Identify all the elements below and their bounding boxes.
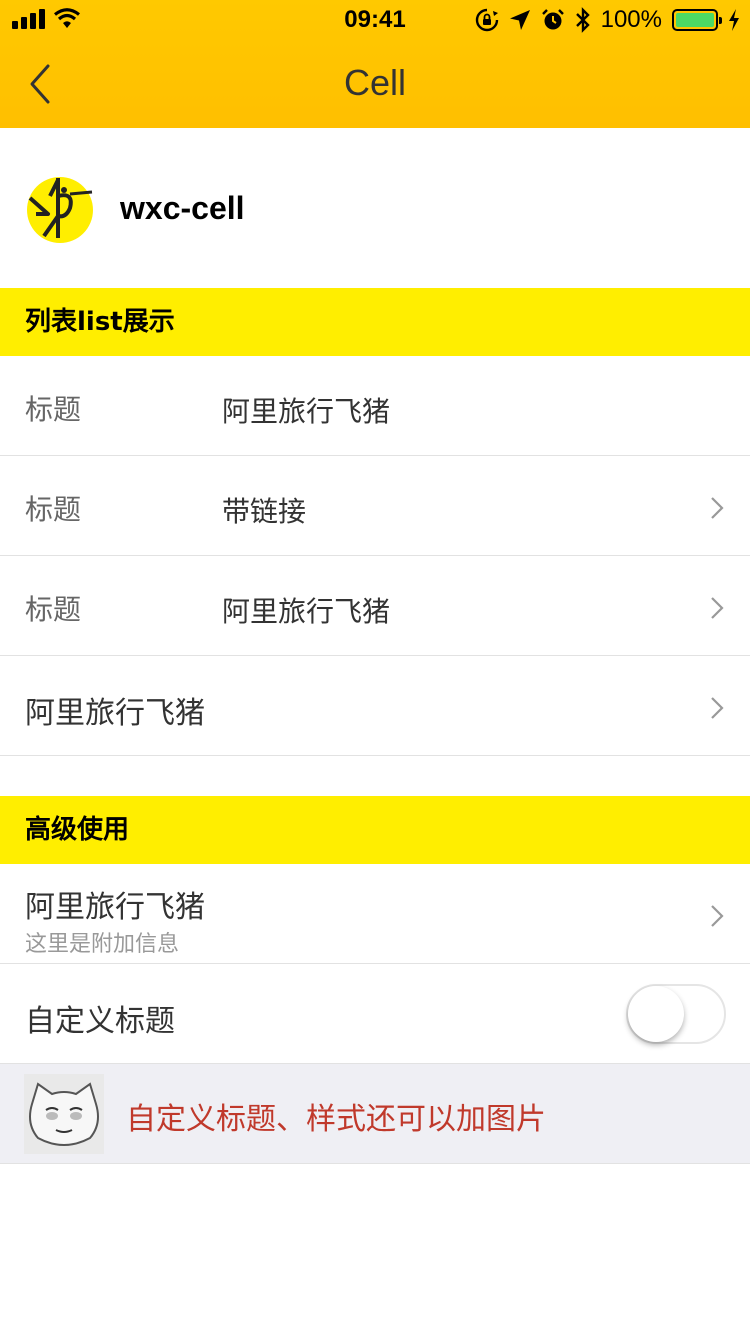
toggle-knob [628, 986, 684, 1042]
cell-label: 标题 [25, 593, 82, 626]
status-right: 100% [475, 6, 740, 34]
location-icon [509, 10, 530, 30]
cell-label: 标题 [25, 493, 82, 526]
battery-percent: 100% [600, 6, 662, 33]
cell-label: 标题 [25, 393, 82, 426]
brand-row: wxc-cell [0, 128, 750, 288]
fliggy-logo-icon [27, 177, 93, 243]
cell-description: 这里是附加信息 [25, 932, 180, 957]
list-cell-title-only[interactable]: 阿里旅行飞猪 [0, 656, 750, 756]
bluetooth-icon [575, 7, 590, 33]
cell-title: 自定义标题 [25, 1004, 175, 1039]
chevron-right-icon [711, 905, 724, 927]
battery-icon [672, 9, 722, 31]
cell-title: 阿里旅行飞猪 [25, 696, 205, 731]
alarm-icon [541, 9, 564, 30]
chevron-right-icon [711, 597, 724, 619]
battery-level [676, 13, 714, 27]
chevron-right-icon [711, 697, 724, 719]
cell-title: 阿里旅行飞猪 [25, 890, 205, 925]
brand-name: wxc-cell [120, 190, 245, 226]
charging-icon [729, 9, 739, 31]
custom-cell[interactable]: 自定义标题、样式还可以加图片 [0, 1064, 750, 1164]
custom-title: 自定义标题、样式还可以加图片 [126, 1102, 546, 1137]
cell-value: 阿里旅行飞猪 [222, 395, 391, 428]
list-cell-link[interactable]: 标题 带链接 [0, 456, 750, 556]
list-cell-link[interactable]: 标题 阿里旅行飞猪 [0, 556, 750, 656]
orientation-lock-icon [475, 8, 498, 32]
section-header-list: 列表list展示 [0, 288, 750, 356]
cell-value: 阿里旅行飞猪 [222, 595, 391, 628]
switch-cell: 自定义标题 [0, 964, 750, 1064]
cell-value: 带链接 [222, 495, 307, 528]
toggle-switch[interactable] [626, 984, 726, 1044]
desc-cell[interactable]: 阿里旅行飞猪 这里是附加信息 [0, 864, 750, 964]
page-title: Cell [343, 62, 406, 103]
chevron-right-icon [711, 497, 724, 519]
battery-nub [719, 17, 722, 24]
cat-face-sticker [24, 1074, 104, 1154]
list-cell: 标题 阿里旅行飞猪 [0, 356, 750, 456]
section-header-advanced: 高级使用 [0, 796, 750, 864]
